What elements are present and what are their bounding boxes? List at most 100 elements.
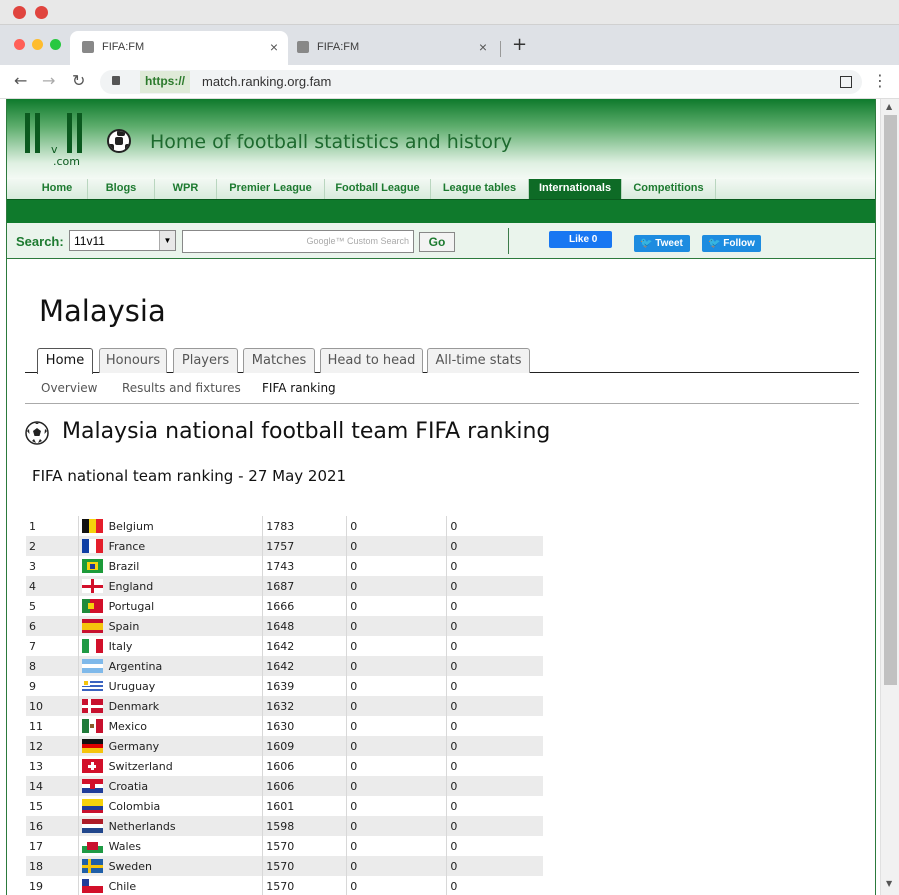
tab-matches[interactable]: Matches <box>243 348 315 373</box>
site-logo[interactable]: v .com <box>21 109 91 173</box>
subtab-fifa-ranking[interactable]: FIFA ranking <box>262 381 336 395</box>
content-tabs: Home Honours Players Matches Head to hea… <box>25 348 859 374</box>
follow-button[interactable]: 🐦 Follow <box>702 235 761 252</box>
team-name-cell[interactable]: Chile <box>105 876 263 895</box>
nav-item-wpr[interactable]: WPR <box>155 179 217 199</box>
nav-item-competitions[interactable]: Competitions <box>622 179 716 199</box>
logo-bar <box>67 113 72 153</box>
team-name-cell[interactable]: Denmark <box>105 696 263 716</box>
team-name-cell[interactable]: Portugal <box>105 596 263 616</box>
back-arrow-icon[interactable]: ← <box>14 71 27 90</box>
rank-cell: 18 <box>26 856 79 876</box>
flag-cell <box>77 656 106 676</box>
team-name-cell[interactable]: Argentina <box>105 656 263 676</box>
flag-cell <box>77 776 106 796</box>
team-name-cell[interactable]: Croatia <box>105 776 263 796</box>
search-input[interactable]: Google™ Custom Search <box>182 230 414 253</box>
tab-honours[interactable]: Honours <box>99 348 167 373</box>
nav-item-blogs[interactable]: Blogs <box>88 179 155 199</box>
window-close-button[interactable] <box>14 39 25 50</box>
nav-item-league-tables[interactable]: League tables <box>431 179 529 199</box>
points-cell: 1609 <box>262 736 347 756</box>
browser-tab[interactable]: FIFA:FM × <box>285 31 503 65</box>
rank-cell: 6 <box>26 616 79 636</box>
value-cell: 0 <box>346 636 447 656</box>
value-cell: 0 <box>346 656 447 676</box>
value-cell: 0 <box>346 696 447 716</box>
twitter-icon: 🐦 <box>708 238 721 249</box>
points-cell: 1601 <box>262 796 347 816</box>
scrollbar-thumb[interactable] <box>884 115 897 685</box>
netherlands-flag-icon <box>81 819 103 833</box>
value-cell: 0 <box>446 736 543 756</box>
flag-cell <box>77 556 106 576</box>
page-title: Malaysia <box>39 294 166 328</box>
team-name-cell[interactable]: Brazil <box>105 556 263 576</box>
os-close-dot[interactable] <box>13 6 26 19</box>
rank-cell: 3 <box>26 556 79 576</box>
ranking-row: 6 Spain 1648 0 0 <box>26 616 543 636</box>
vertical-scrollbar[interactable]: ▲ ▼ <box>880 99 899 895</box>
team-name-cell[interactable]: Colombia <box>105 796 263 816</box>
team-name-cell[interactable]: Mexico <box>105 716 263 736</box>
url-field[interactable]: https:// match.ranking.org.fam <box>100 70 862 94</box>
value-cell: 0 <box>446 696 543 716</box>
subtab-results-fixtures[interactable]: Results and fixtures <box>122 381 241 395</box>
team-name-cell[interactable]: Uruguay <box>105 676 263 696</box>
reload-icon[interactable]: ↻ <box>72 71 85 90</box>
team-name-cell[interactable]: Belgium <box>105 516 263 536</box>
france-flag-icon <box>81 539 103 553</box>
tab-head-to-head[interactable]: Head to head <box>320 348 423 373</box>
value-cell: 0 <box>346 616 447 636</box>
go-button[interactable]: Go <box>419 232 455 252</box>
facebook-like-button[interactable]: Like 0 <box>549 231 612 248</box>
nav-item-home[interactable]: Home <box>27 179 88 199</box>
rank-cell: 16 <box>26 816 79 836</box>
search-bar: Search: 11v11 ▼ Google™ Custom Search Go… <box>7 223 875 259</box>
rank-cell: 1 <box>26 516 79 536</box>
value-cell: 0 <box>346 536 447 556</box>
subtab-overview[interactable]: Overview <box>41 381 98 395</box>
window-minimize-button[interactable] <box>32 39 43 50</box>
forward-arrow-icon[interactable]: → <box>42 71 55 90</box>
ranking-row: 18 Sweden 1570 0 0 <box>26 856 543 876</box>
points-cell: 1642 <box>262 656 347 676</box>
team-name-cell[interactable]: Netherlands <box>105 816 263 836</box>
logo-bar <box>77 113 82 153</box>
team-name-cell[interactable]: Germany <box>105 736 263 756</box>
team-name-cell[interactable]: England <box>105 576 263 596</box>
chevron-down-icon[interactable]: ▼ <box>159 231 175 250</box>
tab-home[interactable]: Home <box>37 348 93 374</box>
team-name-cell[interactable]: Sweden <box>105 856 263 876</box>
menu-kebab-icon[interactable]: ⋮ <box>872 71 888 90</box>
team-name-cell[interactable]: Wales <box>105 836 263 856</box>
team-name-cell[interactable]: Switzerland <box>105 756 263 776</box>
flag-cell <box>77 636 106 656</box>
tab-all-time-stats[interactable]: All-time stats <box>427 348 530 373</box>
nav-item-premier-league[interactable]: Premier League <box>217 179 325 199</box>
browser-tab-active[interactable]: FIFA:FM × <box>70 31 288 65</box>
close-tab-icon[interactable]: × <box>270 39 278 55</box>
square-icon[interactable] <box>840 76 852 88</box>
scroll-down-icon[interactable]: ▼ <box>886 879 892 888</box>
window-maximize-button[interactable] <box>50 39 61 50</box>
search-scope-select[interactable]: 11v11 ▼ <box>69 230 176 251</box>
points-cell: 1783 <box>262 516 347 536</box>
close-tab-icon[interactable]: × <box>479 39 487 55</box>
rank-cell: 10 <box>26 696 79 716</box>
tab-players[interactable]: Players <box>173 348 238 373</box>
scroll-up-icon[interactable]: ▲ <box>886 102 892 111</box>
team-name-cell[interactable]: France <box>105 536 263 556</box>
new-tab-button[interactable]: + <box>512 34 527 55</box>
portugal-flag-icon <box>81 599 103 613</box>
facebook-like-label: Like 0 <box>569 234 598 245</box>
team-name-cell[interactable]: Italy <box>105 636 263 656</box>
team-name-cell[interactable]: Spain <box>105 616 263 636</box>
nav-item-football-league[interactable]: Football League <box>325 179 431 199</box>
value-cell: 0 <box>446 856 543 876</box>
tweet-button[interactable]: 🐦 Tweet <box>634 235 690 252</box>
nav-item-internationals[interactable]: Internationals <box>529 179 622 199</box>
ranking-row: 8 Argentina 1642 0 0 <box>26 656 543 676</box>
os-minimize-dot[interactable] <box>35 6 48 19</box>
divider <box>508 228 509 254</box>
